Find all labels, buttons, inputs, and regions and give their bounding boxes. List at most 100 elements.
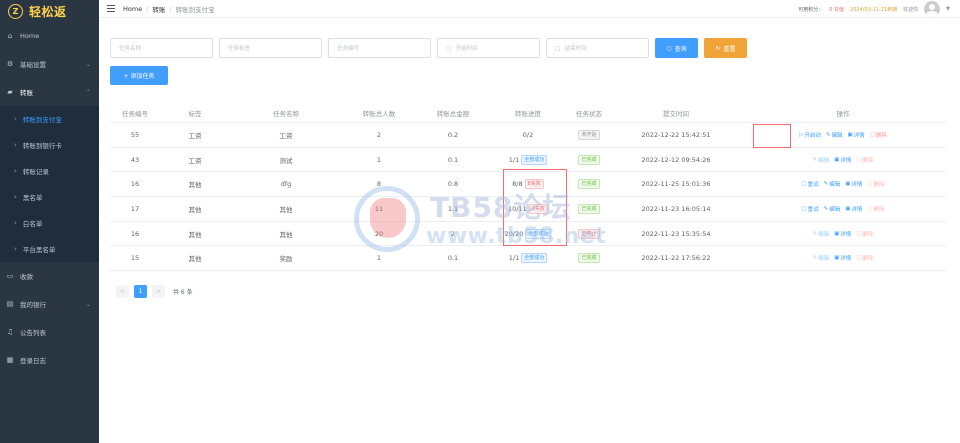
column-header: 任务状态: [576, 109, 602, 118]
sidebar-item-0[interactable]: ⌂ Home: [0, 22, 99, 50]
sidebar-item-5[interactable]: › 转账记录: [0, 158, 99, 184]
gear-icon: ⚙: [6, 60, 14, 68]
sidebar-item-11[interactable]: ♫ 公告列表: [0, 318, 99, 346]
actions-cell: ✎ 编辑 ▣ 详情 ▢ 删除: [740, 254, 946, 262]
delete-icon: ▢: [856, 230, 862, 237]
brand: Z 轻松返: [0, 0, 99, 22]
edit-button[interactable]: ✎ 编辑: [824, 205, 841, 213]
detail-button[interactable]: ▣ 详情: [834, 230, 851, 238]
sidebar-item-3[interactable]: › 转账到支付宝: [0, 106, 99, 132]
end-time-input[interactable]: ▢ 结束时间: [546, 38, 649, 58]
add-task-button[interactable]: + 添加任务: [110, 66, 168, 85]
detail-icon: ▣: [845, 181, 851, 188]
edit-button[interactable]: ✎ 编辑: [812, 230, 829, 238]
delete-icon: ▢: [867, 181, 873, 188]
chevron-right-icon: ›: [14, 193, 17, 201]
amount-cell: 2: [450, 229, 456, 238]
monitor-icon: ▭: [6, 272, 14, 280]
tag-input[interactable]: 任务标签: [219, 38, 322, 58]
sidebar-item-9[interactable]: ▭ 收款: [0, 262, 99, 290]
sidebar-item-7[interactable]: › 白名单: [0, 210, 99, 236]
detail-button[interactable]: ▣ 详情: [847, 131, 864, 139]
sidebar-item-2[interactable]: ▰ 转账 ⌃: [0, 78, 99, 106]
status-badge: 已完成: [578, 203, 600, 214]
tag-cell: 其他: [188, 205, 202, 214]
detail-button[interactable]: ▣ 详情: [834, 156, 851, 164]
chevron-right-icon: ›: [14, 219, 17, 227]
points-label: 可用积分：: [798, 6, 824, 13]
column-header: 任务名称: [273, 109, 299, 118]
delete-button[interactable]: ▢ 删除: [867, 205, 884, 213]
start-time-input[interactable]: ▢ 开始时间: [437, 38, 540, 58]
header-right: 可用积分： 0 充值 2024/03-11-21到期 欢迎你 ▼: [798, 0, 950, 18]
breadcrumb-transfer[interactable]: 转账: [152, 4, 165, 14]
detail-button[interactable]: ▣ 详情: [845, 205, 862, 213]
search-button[interactable]: ○ 查询: [655, 38, 698, 58]
edit-button[interactable]: ✎ 编辑: [812, 156, 829, 164]
delete-button[interactable]: ▢ 删除: [856, 230, 873, 238]
sidebar-item-label: 平台黑名单: [22, 246, 56, 254]
sidebar-item-label: 我的银行: [20, 301, 46, 309]
highlight-box-start: [753, 124, 791, 148]
edit-icon: ✎: [823, 205, 829, 212]
tag-cell: 工资: [188, 156, 202, 165]
actions-cell: ▢ 重试 ✎ 编辑 ▣ 详情 ▢ 删除: [740, 180, 946, 188]
task-id-cell: 43: [130, 155, 140, 164]
retry-button[interactable]: ▢ 重试: [801, 180, 818, 188]
detail-icon: ▣: [834, 230, 840, 237]
delete-icon: ▢: [869, 131, 875, 138]
sidebar-item-label: 转账: [20, 89, 33, 97]
task-no-input[interactable]: 任务编号: [328, 38, 431, 58]
sidebar-item-4[interactable]: › 转账到银行卡: [0, 132, 99, 158]
actions-cell: ▢ 重试 ✎ 编辑 ▣ 详情 ▢ 删除: [740, 205, 946, 213]
delete-icon: ▢: [856, 156, 862, 163]
caret-down-icon[interactable]: ▼: [946, 6, 950, 12]
edit-button[interactable]: ✎ 编辑: [812, 254, 829, 262]
status-badge: 未开始: [578, 129, 600, 140]
prev-page-button[interactable]: <: [116, 285, 129, 298]
calendar-icon: ▢: [555, 44, 561, 52]
table-row: 15 其他 奖励 1 0.1 1/1 全部成功 已完成 2022-11-22 17:56:22 ✎…: [110, 246, 946, 272]
delete-button[interactable]: ▢ 删除: [870, 131, 887, 139]
breadcrumb-home[interactable]: Home: [123, 5, 142, 13]
task-id-cell: 16: [130, 229, 140, 238]
column-header: 任务编号: [122, 109, 148, 118]
sidebar-item-1[interactable]: ⚙ 基础设置 ⌄: [0, 50, 99, 78]
menu-toggle-icon[interactable]: [107, 5, 115, 12]
task-name-input[interactable]: 任务名称: [110, 38, 213, 58]
next-page-button[interactable]: >: [152, 285, 165, 298]
delete-button[interactable]: ▢ 删除: [856, 156, 873, 164]
chevron-right-icon: ›: [14, 141, 17, 149]
detail-button[interactable]: ▣ 详情: [834, 254, 851, 262]
chevron-down-icon: ⌄: [85, 300, 91, 308]
retry-button[interactable]: ▢ 重试: [801, 205, 818, 213]
delete-button[interactable]: ▢ 删除: [856, 254, 873, 262]
page-1-button[interactable]: 1: [134, 285, 147, 298]
detail-icon: ▣: [847, 131, 853, 138]
delete-button[interactable]: ▢ 删除: [867, 180, 884, 188]
task-name-cell: 奖励: [279, 255, 293, 264]
progress-cell: 1/1 全部成功: [490, 154, 566, 165]
chevron-down-icon: ⌄: [85, 60, 91, 68]
pagination: < 1 > 共 6 条: [116, 285, 193, 298]
reset-button[interactable]: ↻ 重置: [704, 38, 747, 58]
amount-cell: 0.2: [447, 130, 459, 139]
progress-text: 1/1: [508, 254, 520, 263]
amount-cell: 1.1: [447, 204, 459, 213]
edit-button[interactable]: ✎ 编辑: [824, 180, 841, 188]
points-value[interactable]: 0 充值: [829, 6, 844, 13]
edit-button[interactable]: ✎ 编辑: [826, 131, 843, 139]
sidebar-item-12[interactable]: ▦ 登录日志: [0, 346, 99, 374]
detail-button[interactable]: ▣ 详情: [845, 180, 862, 188]
avatar[interactable]: [924, 1, 941, 17]
bank-icon: ▤: [6, 300, 14, 308]
sidebar-item-10[interactable]: ▤ 我的银行 ⌄: [0, 290, 99, 318]
column-header: 转账进度: [515, 109, 541, 118]
sidebar-item-8[interactable]: › 平台黑名单: [0, 236, 99, 262]
column-header: 提交时间: [663, 109, 689, 118]
sidebar-item-6[interactable]: › 黑名单: [0, 184, 99, 210]
start-button[interactable]: ▷ 开启动: [799, 131, 821, 139]
refresh-icon: ↻: [715, 44, 721, 52]
bell-icon: ♫: [6, 328, 14, 336]
search-icon: ○: [666, 44, 672, 52]
